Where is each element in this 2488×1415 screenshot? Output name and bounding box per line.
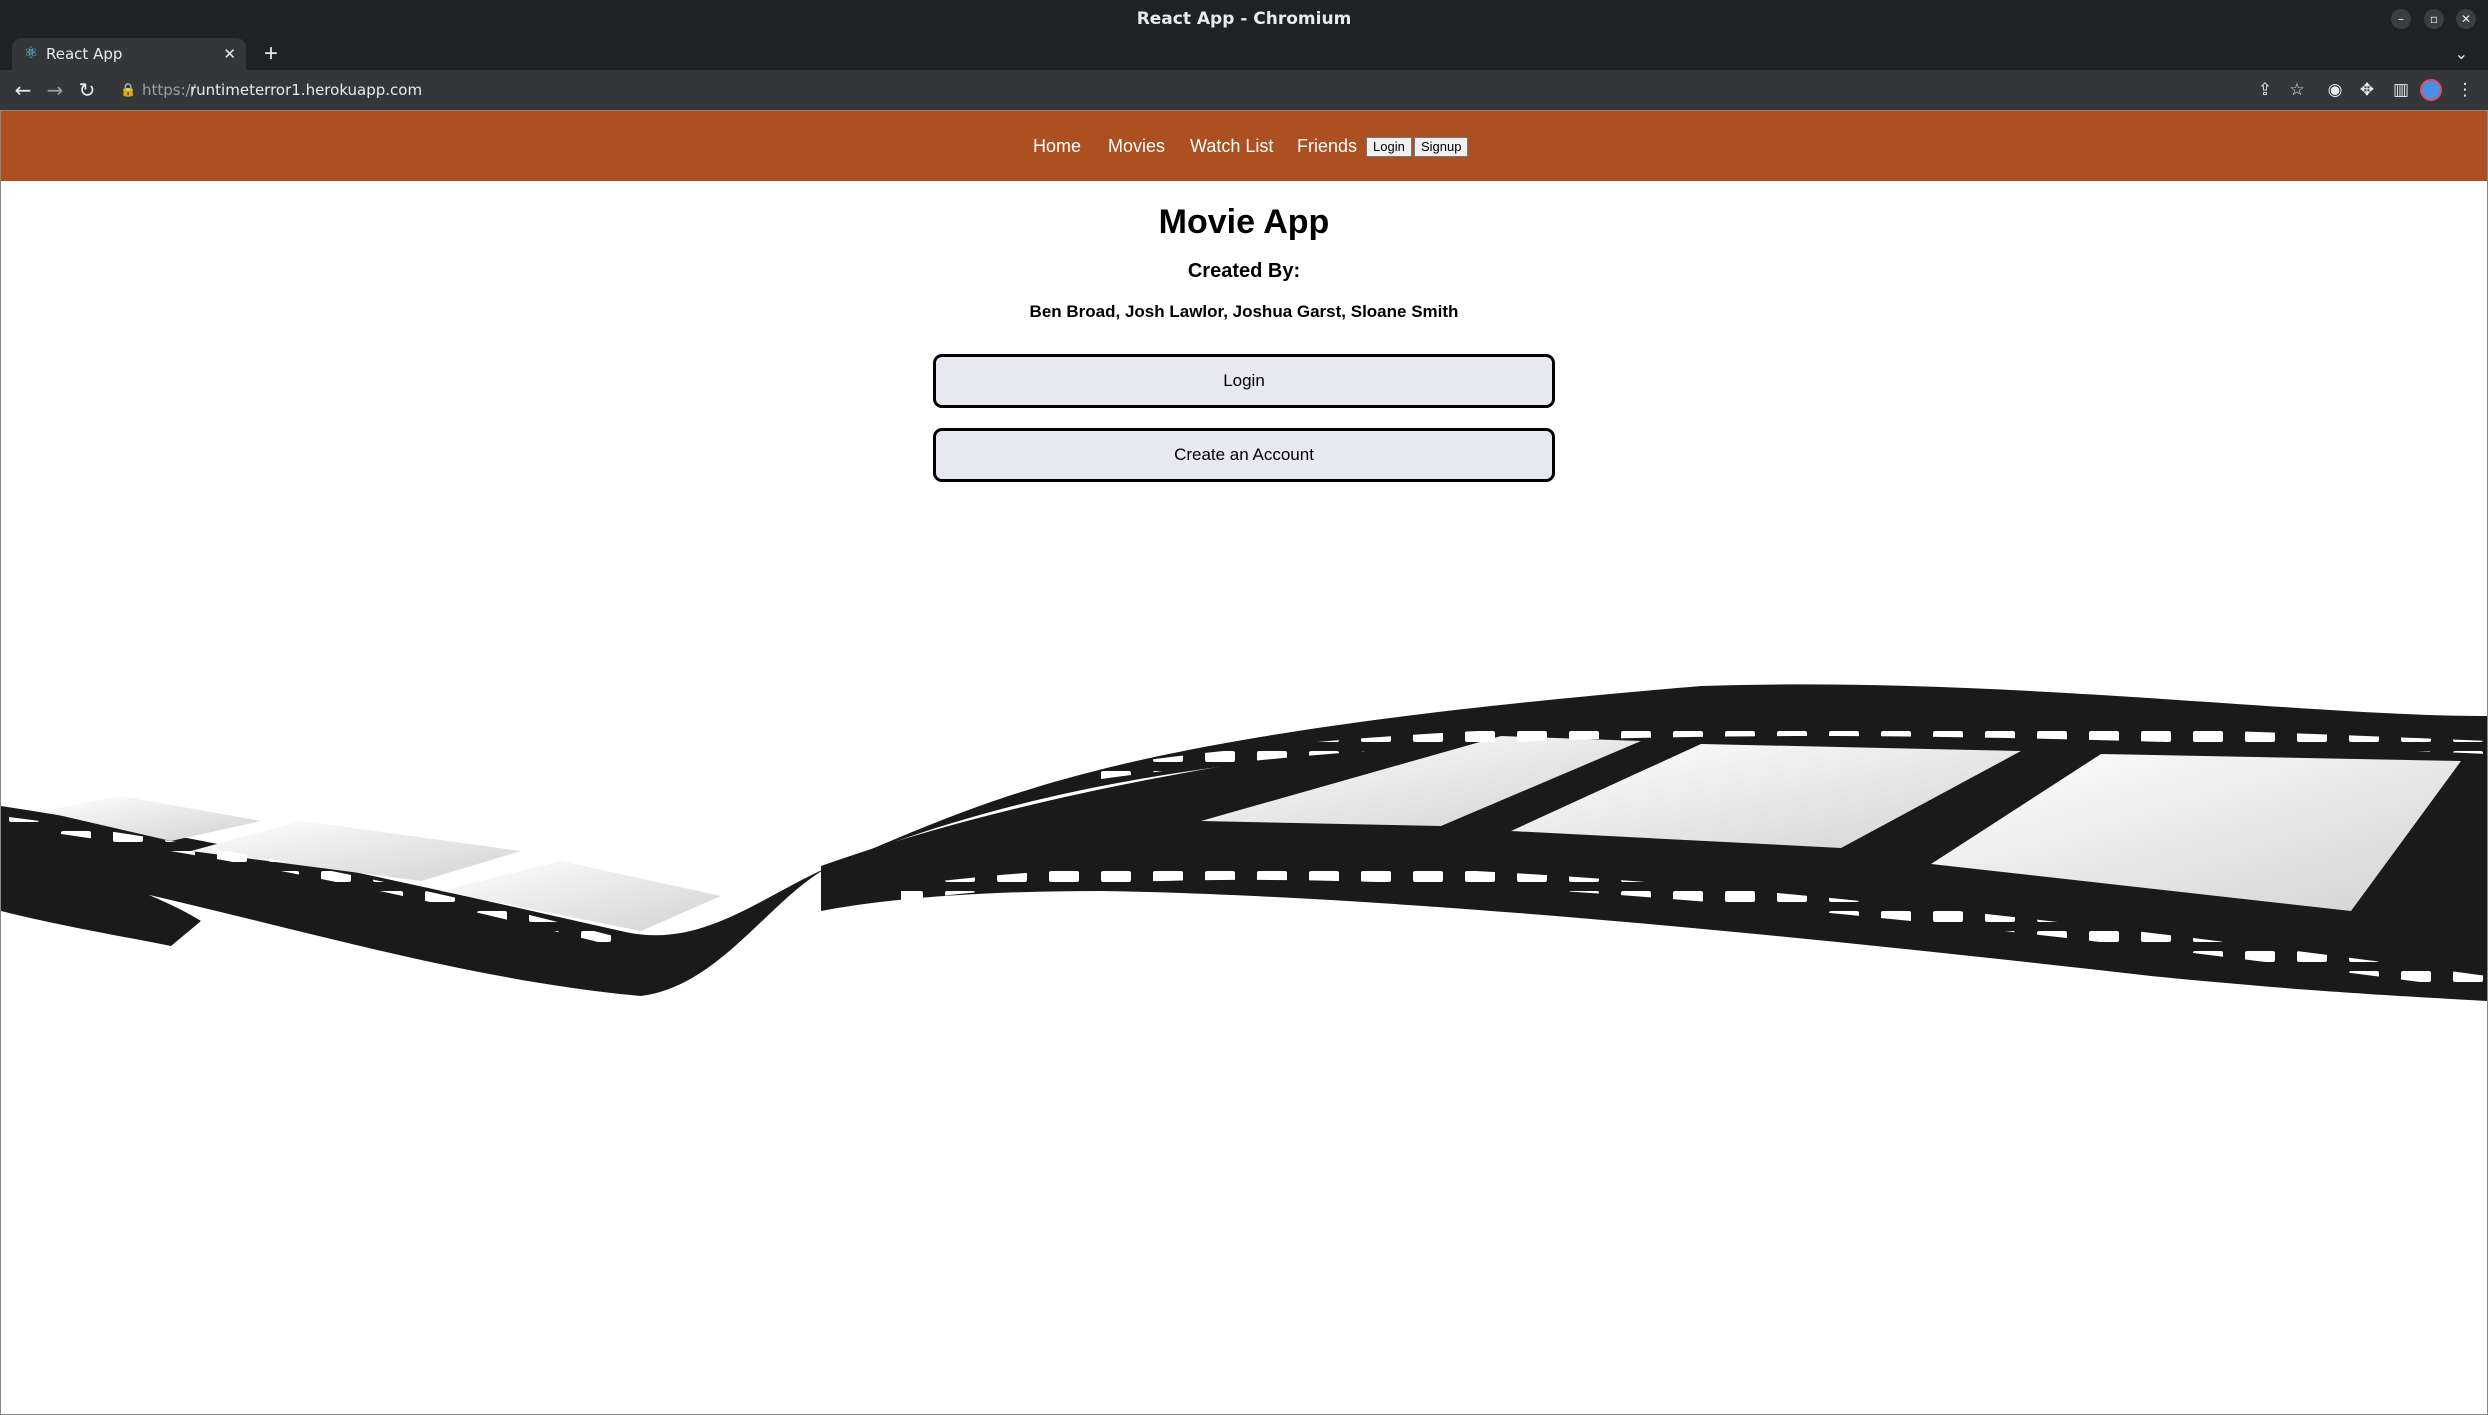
profile-avatar[interactable] [2420, 79, 2442, 101]
tab-search-chevron-icon[interactable]: ⌄ [2455, 38, 2468, 70]
url-host: runtimeterror1.herokuapp.com [190, 81, 423, 99]
nav-link-home[interactable]: Home [1033, 111, 1081, 181]
close-window-icon[interactable]: ✕ [2456, 9, 2476, 29]
back-arrow-icon[interactable]: ← [8, 70, 38, 110]
url-scheme: https:// [142, 81, 196, 99]
browser-title-bar: React App - Chromium – ▫ ✕ [0, 0, 2488, 38]
share-icon[interactable]: ⇪ [2250, 70, 2280, 110]
star-icon[interactable]: ☆ [2282, 70, 2312, 110]
minimize-icon[interactable]: – [2391, 9, 2411, 29]
nav-login-button[interactable]: Login [1366, 137, 1412, 157]
page-title: Movie App [1158, 203, 1330, 241]
created-by-label: Created By: [1187, 260, 1301, 282]
authors-text: Ben Broad, Josh Lawlor, Joshua Garst, Sl… [1029, 302, 1459, 321]
create-account-button[interactable]: Create an Account [933, 428, 1555, 482]
browser-tab[interactable]: ⚛ React App ✕ [12, 38, 246, 70]
reload-icon[interactable]: ↻ [72, 70, 102, 110]
react-icon: ⚛ [23, 43, 39, 62]
tab-title: React App [46, 45, 123, 63]
close-tab-icon[interactable]: ✕ [223, 38, 236, 70]
puzzle-icon[interactable]: ✥ [2352, 70, 2382, 110]
nav-link-friends[interactable]: Friends [1297, 111, 1357, 181]
extension-icon[interactable]: ◉ [2320, 70, 2350, 110]
lock-icon: 🔒 [120, 82, 137, 97]
forward-arrow-icon[interactable]: → [40, 70, 70, 110]
page-content: Home Movies Watch List Friends Login Sig… [0, 110, 2488, 1415]
window-title: React App - Chromium [1136, 9, 1352, 29]
nav-signup-button[interactable]: Signup [1414, 137, 1469, 157]
nav-link-watch-list[interactable]: Watch List [1190, 111, 1273, 181]
site-navbar: Home Movies Watch List Friends Login Sig… [1, 111, 2487, 181]
restore-icon[interactable]: ▫ [2424, 9, 2444, 29]
login-button[interactable]: Login [933, 354, 1555, 408]
browser-toolbar: ← → ↻ 🔒 https:// runtimeterror1.herokuap… [0, 70, 2488, 110]
new-tab-icon[interactable]: + [258, 38, 284, 70]
tab-strip: ⚛ React App ✕ + ⌄ [0, 38, 2488, 70]
menu-kebab-icon[interactable]: ⋮ [2450, 70, 2480, 110]
side-panel-icon[interactable]: ▥ [2386, 70, 2416, 110]
nav-link-movies[interactable]: Movies [1108, 111, 1165, 181]
address-bar[interactable]: 🔒 https:// runtimeterror1.herokuapp.com [112, 75, 2232, 105]
film-strip-image [1, 684, 2487, 1001]
